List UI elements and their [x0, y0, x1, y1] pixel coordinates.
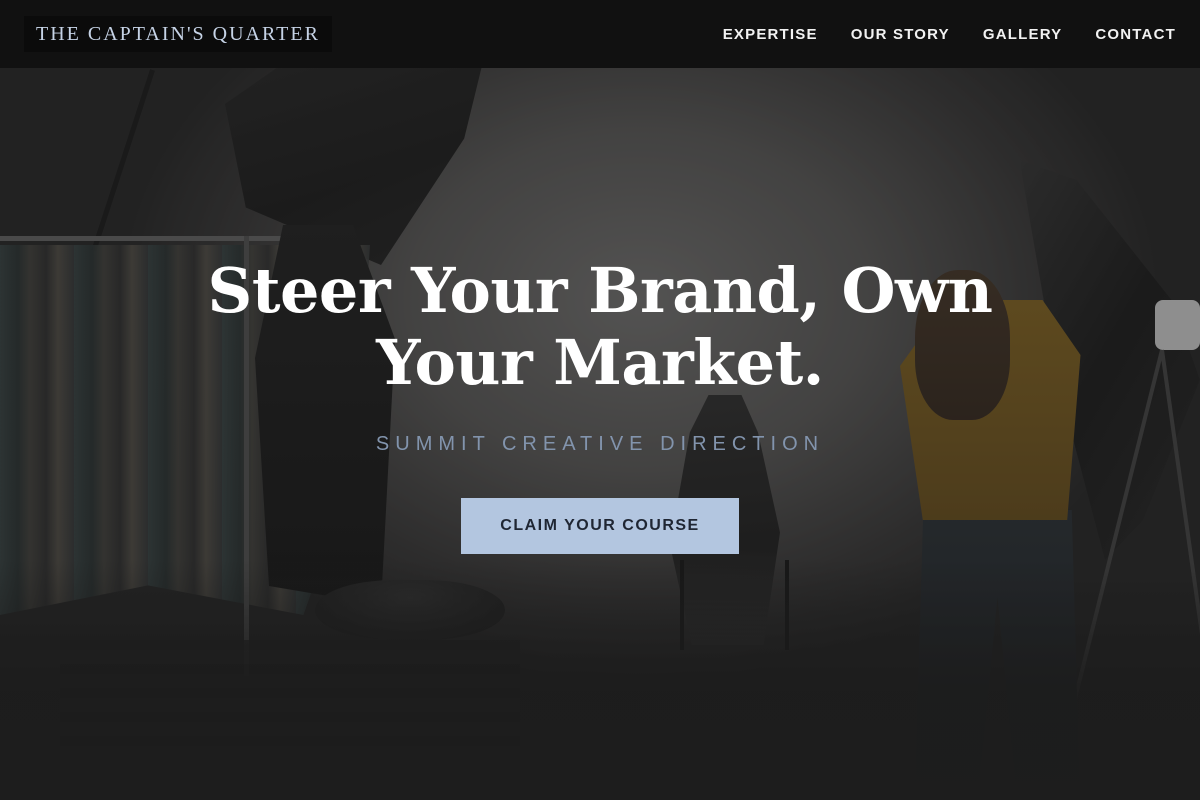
hero-subtitle: SUMMIT CREATIVE DIRECTION: [375, 433, 825, 455]
nav-links: EXPERTISE OUR STORY GALLERY CONTACT: [690, 26, 1176, 43]
brand-logo[interactable]: THE CAPTAIN'S QUARTER: [24, 16, 332, 52]
top-navbar: THE CAPTAIN'S QUARTER EXPERTISE OUR STOR…: [0, 0, 1200, 68]
hero-title: Steer Your Brand, Own Your Market.: [207, 254, 993, 399]
nav-link-expertise[interactable]: EXPERTISE: [723, 26, 818, 43]
hero-content: Steer Your Brand, Own Your Market. SUMMI…: [0, 255, 1200, 554]
nav-link-contact[interactable]: CONTACT: [1095, 26, 1176, 43]
nav-link-gallery[interactable]: GALLERY: [983, 26, 1063, 43]
nav-link-our-story[interactable]: OUR STORY: [851, 26, 950, 43]
claim-your-course-button[interactable]: CLAIM YOUR COURSE: [461, 498, 739, 554]
